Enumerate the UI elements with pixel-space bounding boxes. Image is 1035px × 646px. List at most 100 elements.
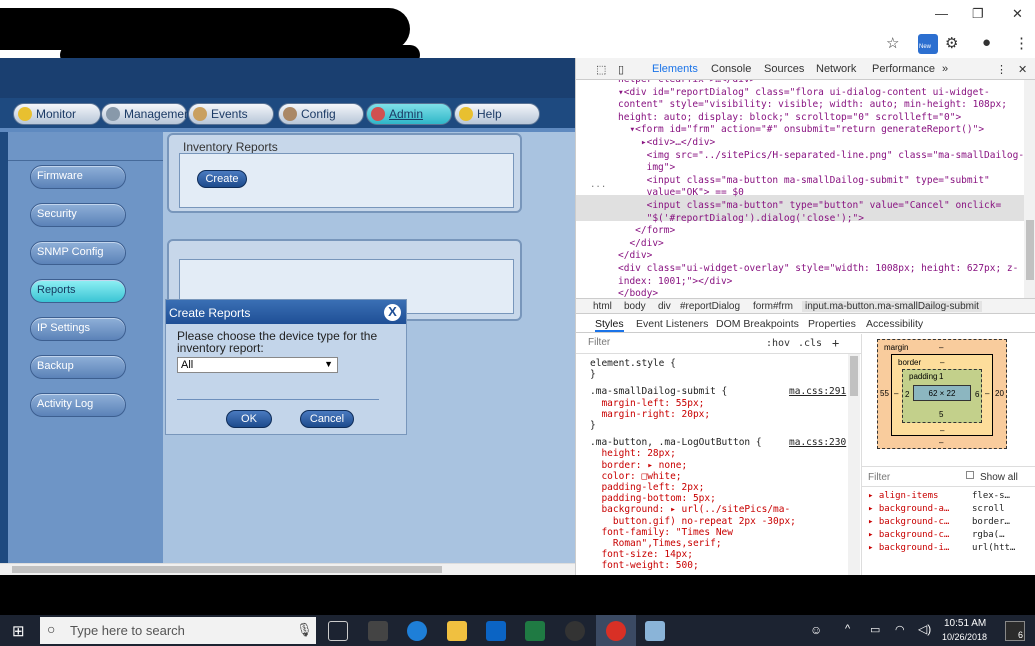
outlook-icon[interactable]	[486, 621, 506, 641]
css-property[interactable]: height: 28px;	[590, 448, 675, 459]
cls-toggle[interactable]: .cls	[798, 338, 822, 349]
sidebar-item-ip-settings[interactable]: IP Settings	[30, 317, 126, 341]
nav-events[interactable]: Events	[188, 103, 274, 125]
close-window-button[interactable]: ✕	[1012, 6, 1023, 22]
nav-config[interactable]: Config	[278, 103, 364, 125]
code-line[interactable]: "$('#reportDialog').dialog('close');">	[618, 213, 864, 224]
edge-icon[interactable]	[407, 621, 427, 641]
code-line[interactable]: <input class="ma-button ma-smallDailog-s…	[618, 175, 990, 186]
css-selector[interactable]: element.style {	[590, 358, 676, 369]
people-icon[interactable]: ☺	[810, 623, 822, 637]
sidebar-item-activity-log[interactable]: Activity Log	[30, 393, 126, 417]
css-property[interactable]: Roman",Times,serif;	[590, 538, 722, 549]
horizontal-scrollbar[interactable]	[0, 563, 575, 575]
breadcrumb-item[interactable]: input.ma-button.ma-smallDailog-submit	[802, 301, 982, 312]
microphone-icon[interactable]: 🎙	[296, 622, 313, 638]
wifi-icon[interactable]: ◠	[895, 623, 905, 636]
css-property[interactable]: border: ▸ none;	[590, 460, 687, 471]
nav-monitor[interactable]: Monitor	[13, 103, 101, 125]
css-property[interactable]: margin-right: 20px;	[590, 409, 710, 420]
tab-performance[interactable]: Performance	[872, 63, 935, 75]
css-selector[interactable]: }	[590, 369, 596, 380]
sidebar-item-backup[interactable]: Backup	[30, 355, 126, 379]
close-icon[interactable]: ✕	[1018, 63, 1027, 76]
elements-scrollbar[interactable]	[1024, 80, 1035, 298]
nav-help[interactable]: Help	[454, 103, 540, 125]
styles-scrollbar[interactable]	[848, 354, 860, 575]
code-line[interactable]: img">	[618, 162, 676, 173]
css-property[interactable]: font-weight: 500;	[590, 560, 698, 571]
app-icon[interactable]	[645, 621, 665, 641]
breadcrumb-item[interactable]: form#frm	[753, 301, 793, 312]
css-selector[interactable]: .ma-smallDailog-submit {	[590, 386, 727, 397]
device-type-select[interactable]: All ▼	[177, 357, 338, 373]
code-line[interactable]: </form>	[618, 225, 675, 236]
kebab-icon[interactable]: ⋮	[996, 63, 1007, 76]
minimize-button[interactable]: —	[935, 6, 948, 21]
tab-styles[interactable]: Styles	[595, 318, 624, 332]
tab-dom-breakpoints[interactable]: DOM Breakpoints	[716, 318, 799, 330]
css-property[interactable]: margin-left: 55px;	[590, 398, 704, 409]
css-property[interactable]: padding-bottom: 5px;	[590, 493, 715, 504]
source-link[interactable]: ma.css:291	[789, 386, 846, 397]
code-line[interactable]: ▾<form id="frm" action="#" onsubmit="ret…	[618, 124, 984, 135]
computed-property[interactable]: ▸ background-i…	[868, 543, 949, 553]
sidebar-item-reports[interactable]: Reports	[30, 279, 126, 303]
code-line[interactable]: index: 1001;"></div>	[618, 276, 732, 287]
computed-property[interactable]: ▸ background-c…	[868, 530, 949, 540]
clock-date[interactable]: 10/26/2018	[942, 632, 987, 642]
sidebar-item-firmware[interactable]: Firmware	[30, 165, 126, 189]
restore-button[interactable]: ❐	[972, 6, 984, 22]
css-selector[interactable]: .ma-button, .ma-LogOutButton {	[590, 437, 762, 448]
computed-property[interactable]: ▸ align-items	[868, 491, 938, 501]
chevron-up-icon[interactable]: ^	[845, 623, 850, 635]
css-selector[interactable]: }	[590, 420, 596, 431]
css-property[interactable]: background: ▸ url(../sitePics/ma-	[590, 504, 790, 515]
tab-console[interactable]: Console	[711, 63, 751, 75]
source-link[interactable]: ma.css:230	[789, 437, 846, 448]
code-line[interactable]: </div>	[618, 238, 663, 249]
cancel-button[interactable]: Cancel	[300, 410, 354, 428]
sidebar-item-snmp-config[interactable]: SNMP Config	[30, 241, 126, 265]
code-line[interactable]: value="OK"> == $0	[618, 187, 744, 198]
tab-properties[interactable]: Properties	[808, 318, 856, 330]
gear-icon[interactable]	[565, 621, 585, 641]
css-property[interactable]: color: □white;	[590, 471, 681, 482]
scrollbar-thumb[interactable]	[850, 356, 858, 396]
tab-event-listeners[interactable]: Event Listeners	[636, 318, 708, 330]
chrome-taskbar-active[interactable]	[596, 615, 636, 646]
code-line[interactable]: </div>	[618, 250, 652, 261]
code-line[interactable]: <img src="../sitePics/H-separated-line.p…	[618, 150, 1024, 161]
account-icon[interactable]: ●	[982, 34, 991, 51]
code-line[interactable]: <div class="ui-widget-overlay" style="wi…	[618, 263, 1018, 274]
code-line[interactable]: <input class="ma-button" type="button" v…	[618, 200, 1002, 211]
close-icon[interactable]: X	[384, 304, 401, 321]
create-button[interactable]: Create	[197, 170, 247, 188]
excel-icon[interactable]	[525, 621, 545, 641]
tab-sources[interactable]: Sources	[764, 63, 804, 75]
tab-elements[interactable]: Elements	[652, 63, 698, 75]
more-tabs-icon[interactable]: »	[942, 63, 948, 75]
device-icon[interactable]: ▯	[618, 63, 624, 76]
windows-start-icon[interactable]: ⊞	[12, 622, 25, 640]
hov-toggle[interactable]: :hov	[766, 338, 790, 349]
breadcrumb-item[interactable]: div	[658, 301, 671, 312]
css-property[interactable]: padding-left: 2px;	[590, 482, 704, 493]
menu-icon[interactable]: ⋮	[1014, 34, 1029, 52]
tab-accessibility[interactable]: Accessibility	[866, 318, 923, 330]
nav-admin[interactable]: Admin	[366, 103, 452, 125]
store-icon[interactable]	[368, 621, 388, 641]
add-rule-icon[interactable]: +	[832, 336, 839, 350]
breadcrumb-item[interactable]: #reportDialog	[680, 301, 740, 312]
css-property[interactable]: button.gif) no-repeat 2px -30px;	[590, 516, 796, 527]
volume-icon[interactable]: ◁)	[918, 622, 931, 636]
nav-management[interactable]: Management	[101, 103, 194, 125]
code-line[interactable]: height: auto; display: block;" scrolltop…	[618, 112, 961, 123]
ok-button[interactable]: OK	[226, 410, 272, 428]
computed-filter-input[interactable]: Filter	[868, 472, 890, 483]
search-input[interactable]: Type here to search	[40, 617, 316, 644]
scrollbar-thumb[interactable]	[1026, 220, 1034, 280]
breadcrumb-item[interactable]: html	[593, 301, 612, 312]
code-line[interactable]: ▸<div>…</div>	[618, 137, 715, 148]
file-explorer-icon[interactable]	[447, 621, 467, 641]
